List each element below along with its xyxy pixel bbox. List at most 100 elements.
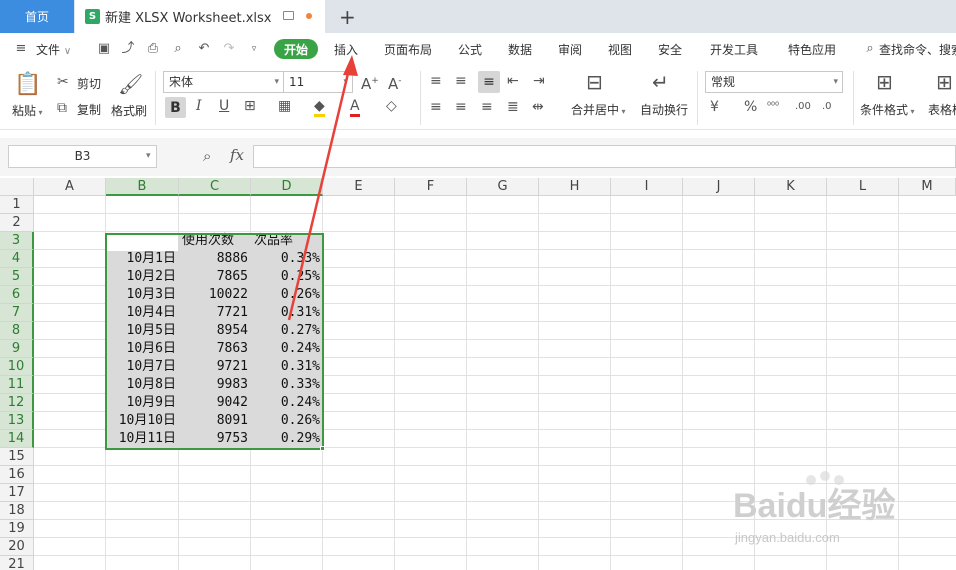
row-header-9[interactable]: 9 xyxy=(0,340,34,358)
format-painter-icon[interactable]: 🖌 xyxy=(118,73,143,95)
row-header-8[interactable]: 8 xyxy=(0,322,34,340)
column-header-g[interactable]: G xyxy=(467,178,539,196)
copy-button[interactable]: 复制 xyxy=(77,101,101,118)
menu-special[interactable]: 特色应用 xyxy=(788,41,836,58)
italic-icon[interactable]: I xyxy=(196,98,202,114)
increase-decimal-icon[interactable]: .00 xyxy=(795,99,811,115)
row-header-2[interactable]: 2 xyxy=(0,214,34,232)
table-style-button[interactable]: 表格样 xyxy=(928,101,956,118)
formula-input[interactable] xyxy=(253,145,956,168)
increase-indent-icon[interactable]: ⇥ xyxy=(533,73,545,89)
function-icon[interactable]: fx xyxy=(230,146,244,164)
format-painter-button[interactable]: 格式刷 xyxy=(111,102,147,119)
row-header-17[interactable]: 17 xyxy=(0,484,34,502)
justify-icon[interactable]: ≣ xyxy=(507,99,519,115)
percent-icon[interactable]: % xyxy=(744,99,757,115)
name-box[interactable]: B3 xyxy=(8,145,157,168)
decrease-font-icon[interactable]: A- xyxy=(388,73,402,92)
column-header-k[interactable]: K xyxy=(755,178,827,196)
column-header-i[interactable]: I xyxy=(611,178,683,196)
wrap-text-icon[interactable]: ↵ xyxy=(652,71,669,93)
fill-style-icon[interactable]: ▦ xyxy=(278,98,291,114)
paste-icon[interactable]: 📋 xyxy=(14,73,41,97)
distribute-icon[interactable]: ⇹ xyxy=(532,99,544,115)
row-header-18[interactable]: 18 xyxy=(0,502,34,520)
row-header-15[interactable]: 15 xyxy=(0,448,34,466)
decrease-indent-icon[interactable]: ⇤ xyxy=(507,73,519,89)
tab-document[interactable]: S 新建 XLSX Worksheet.xlsx xyxy=(75,0,325,33)
merge-center-button[interactable]: 合并居中 ▾ xyxy=(571,101,626,118)
row-header-10[interactable]: 10 xyxy=(0,358,34,376)
search-icon[interactable]: ⌕ xyxy=(863,42,877,56)
menu-formulas[interactable]: 公式 xyxy=(458,41,482,58)
menu-page-layout[interactable]: 页面布局 xyxy=(384,41,432,58)
column-header-j[interactable]: J xyxy=(683,178,755,196)
align-center-icon[interactable]: ≡ xyxy=(455,99,467,115)
row-header-11[interactable]: 11 xyxy=(0,376,34,394)
border-icon[interactable]: ⊞ xyxy=(244,98,256,114)
font-name-select[interactable]: 宋体 ▾ xyxy=(163,71,284,93)
conditional-format-button[interactable]: 条件格式 ▾ xyxy=(860,101,915,118)
bold-button[interactable]: B xyxy=(165,97,186,118)
fill-handle[interactable] xyxy=(320,446,325,451)
row-header-4[interactable]: 4 xyxy=(0,250,34,268)
search-commands[interactable]: 查找命令、搜索 xyxy=(879,41,956,58)
menu-start[interactable]: 开始 xyxy=(274,39,318,59)
column-header-h[interactable]: H xyxy=(539,178,611,196)
currency-icon[interactable]: ¥ xyxy=(710,99,719,115)
cut-icon[interactable]: ✂ xyxy=(57,74,69,90)
table-style-icon[interactable]: ⊞ xyxy=(936,71,953,93)
select-all-corner[interactable] xyxy=(0,178,34,196)
customize-toolbar-icon[interactable]: ▿ xyxy=(247,42,261,56)
row-header-7[interactable]: 7 xyxy=(0,304,34,322)
fill-color-icon[interactable]: ◆ xyxy=(314,98,325,117)
number-format-select[interactable]: 常规 ▾ xyxy=(705,71,843,93)
menu-insert[interactable]: 插入 xyxy=(334,41,358,58)
print-icon[interactable]: ⎙ xyxy=(146,42,160,56)
font-size-select[interactable]: 11 ▾ xyxy=(283,71,353,93)
align-right-icon[interactable]: ≡ xyxy=(481,99,493,115)
row-header-1[interactable]: 1 xyxy=(0,196,34,214)
zoom-icon[interactable]: ⌕ xyxy=(203,147,211,165)
row-header-5[interactable]: 5 xyxy=(0,268,34,286)
copy-icon[interactable]: ⧉ xyxy=(57,100,67,116)
row-header-20[interactable]: 20 xyxy=(0,538,34,556)
align-middle-icon[interactable]: ≡ xyxy=(455,73,467,89)
column-header-c[interactable]: C xyxy=(179,178,251,196)
row-header-12[interactable]: 12 xyxy=(0,394,34,412)
column-header-e[interactable]: E xyxy=(323,178,395,196)
comma-style-icon[interactable]: ⁰⁰⁰ xyxy=(767,99,779,115)
menu-developer[interactable]: 开发工具 xyxy=(710,41,758,58)
column-header-a[interactable]: A xyxy=(34,178,106,196)
column-header-b[interactable]: B xyxy=(106,178,179,196)
decrease-decimal-icon[interactable]: .0 xyxy=(822,99,832,115)
align-bottom-button[interactable]: ≡ xyxy=(478,71,500,93)
chevron-down-icon[interactable]: ▾ xyxy=(146,151,151,161)
row-header-21[interactable]: 21 xyxy=(0,556,34,570)
align-left-icon[interactable]: ≡ xyxy=(430,99,442,115)
merge-center-icon[interactable]: ⊟ xyxy=(586,71,603,93)
increase-font-icon[interactable]: A+ xyxy=(361,73,379,92)
menu-data[interactable]: 数据 xyxy=(508,41,532,58)
menu-review[interactable]: 审阅 xyxy=(558,41,582,58)
column-header-f[interactable]: F xyxy=(395,178,467,196)
underline-icon[interactable]: U xyxy=(219,98,229,114)
conditional-format-icon[interactable]: ⊞ xyxy=(876,71,893,93)
column-header-d[interactable]: D xyxy=(251,178,323,196)
clear-format-icon[interactable]: ◇ xyxy=(386,98,397,114)
tab-home[interactable]: 首页 xyxy=(0,0,74,33)
column-header-l[interactable]: L xyxy=(827,178,899,196)
undo-icon[interactable]: ↶ xyxy=(197,42,211,56)
menu-view[interactable]: 视图 xyxy=(608,41,632,58)
column-header-m[interactable]: M xyxy=(899,178,956,196)
monitor-icon[interactable] xyxy=(283,11,294,20)
row-header-19[interactable]: 19 xyxy=(0,520,34,538)
menu-file[interactable]: 文件 ∨ xyxy=(36,41,71,58)
redo-icon[interactable]: ↷ xyxy=(222,42,236,56)
row-header-14[interactable]: 14 xyxy=(0,430,34,448)
wrap-text-button[interactable]: 自动换行 xyxy=(640,101,688,118)
save-icon[interactable]: ▣ xyxy=(97,42,111,56)
row-header-6[interactable]: 6 xyxy=(0,286,34,304)
format-painter-quick-icon[interactable]: ⤴ xyxy=(121,42,135,56)
cut-button[interactable]: 剪切 xyxy=(77,75,101,92)
